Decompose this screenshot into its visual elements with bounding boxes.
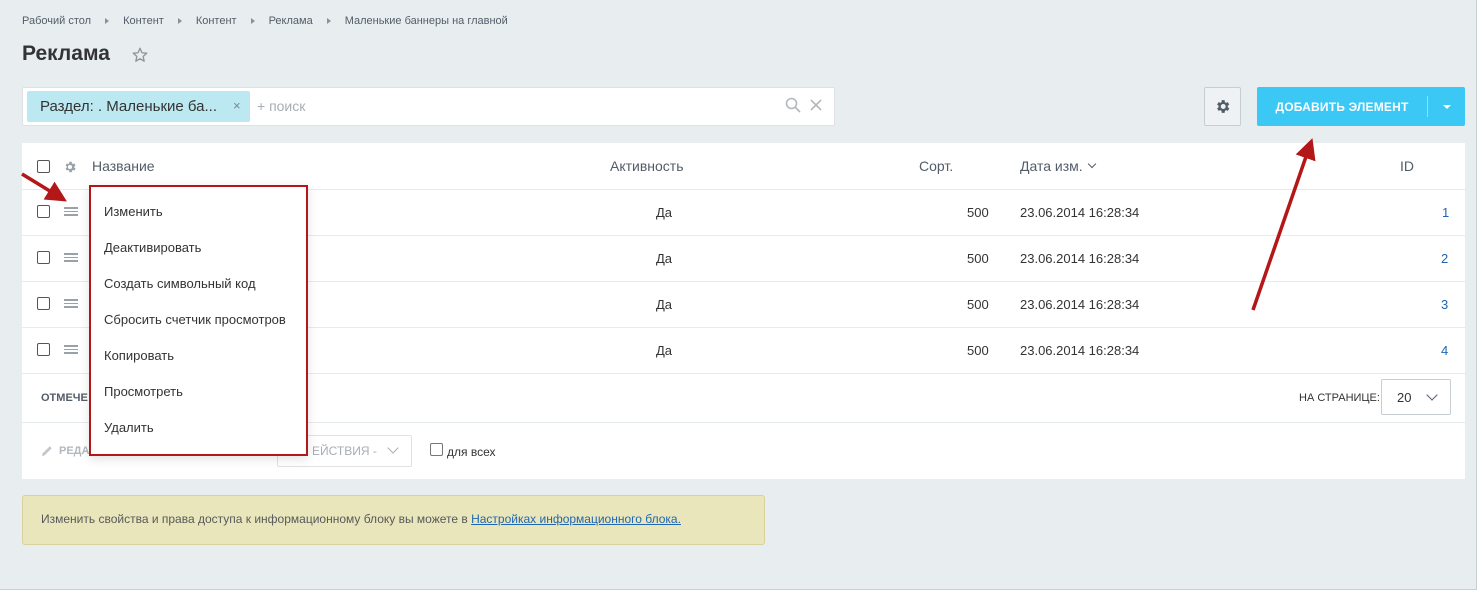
info-message: Изменить свойства и права доступа к инфо… xyxy=(41,512,472,526)
column-header-name[interactable]: Название xyxy=(92,158,155,174)
column-header-active[interactable]: Активность xyxy=(610,158,684,174)
select-all-checkbox[interactable] xyxy=(37,160,50,173)
menu-item-deactivate[interactable]: Деактивировать xyxy=(104,240,201,255)
search-icon[interactable] xyxy=(785,97,801,113)
breadcrumb-separator-icon xyxy=(177,18,182,24)
close-icon[interactable] xyxy=(809,98,823,112)
breadcrumb-item-content-2[interactable]: Контент xyxy=(196,15,237,27)
gear-icon[interactable] xyxy=(63,160,77,174)
breadcrumb-item-ads[interactable]: Реклама xyxy=(269,15,313,27)
menu-item-edit[interactable]: Изменить xyxy=(104,204,163,219)
breadcrumb-item-small-banners[interactable]: Маленькие баннеры на главной xyxy=(345,15,508,27)
actions-select-value: ЕЙСТВИЯ - xyxy=(312,444,377,458)
filter-tag-close-icon[interactable]: × xyxy=(233,97,241,115)
row-checkbox[interactable] xyxy=(37,251,50,264)
cell-id-link[interactable]: 4 xyxy=(1441,343,1448,358)
cell-sort: 500 xyxy=(967,297,989,312)
row-checkbox[interactable] xyxy=(37,343,50,356)
cell-id-link[interactable]: 1 xyxy=(1442,205,1449,220)
per-page-value: 20 xyxy=(1397,390,1412,405)
cell-active: Да xyxy=(656,205,673,220)
menu-item-reset-views[interactable]: Сбросить счетчик просмотров xyxy=(104,312,286,327)
row-menu-icon[interactable] xyxy=(64,207,78,216)
caret-down-icon xyxy=(1442,104,1451,109)
edit-action-button[interactable]: РЕДА xyxy=(59,445,89,457)
page-title: Реклама xyxy=(22,42,110,65)
row-checkbox[interactable] xyxy=(37,297,50,310)
cell-sort: 500 xyxy=(967,251,989,266)
cell-date: 23.06.2014 16:28:34 xyxy=(1020,343,1140,358)
breadcrumb-separator-icon xyxy=(326,18,331,24)
row-checkbox[interactable] xyxy=(37,205,50,218)
menu-item-create-code[interactable]: Создать символьный код xyxy=(104,276,256,291)
add-element-label: ДОБАВИТЬ ЭЛЕМЕНТ xyxy=(1275,99,1409,114)
per-page-label: НА СТРАНИЦЕ: xyxy=(1299,392,1380,404)
column-header-date[interactable]: Дата изм. xyxy=(1020,158,1083,174)
gear-icon xyxy=(1217,100,1230,113)
for-all-checkbox[interactable] xyxy=(430,443,443,456)
row-menu-icon[interactable] xyxy=(64,299,78,308)
cell-active: Да xyxy=(656,251,673,266)
selected-count-label: ОТМЕЧЕ xyxy=(41,392,88,404)
iblock-settings-link[interactable]: Настройках информационного блока. xyxy=(471,512,681,526)
per-page-select[interactable] xyxy=(1381,379,1451,415)
cell-date: 23.06.2014 16:28:34 xyxy=(1020,297,1140,312)
breadcrumb-item-content[interactable]: Контент xyxy=(123,15,164,27)
row-menu-icon[interactable] xyxy=(64,253,78,262)
add-element-button[interactable]: ДОБАВИТЬ ЭЛЕМЕНТ xyxy=(1257,87,1465,126)
menu-item-view[interactable]: Просмотреть xyxy=(104,384,183,399)
cell-active: Да xyxy=(656,297,673,312)
column-header-sort[interactable]: Сорт. xyxy=(919,158,953,174)
for-all-label: для всех xyxy=(447,445,496,459)
settings-button[interactable] xyxy=(1204,87,1241,126)
cell-date: 23.06.2014 16:28:34 xyxy=(1020,205,1140,220)
breadcrumb: Рабочий стол Контент Контент Реклама Мал… xyxy=(22,13,508,29)
column-header-id[interactable]: ID xyxy=(1400,158,1414,174)
row-menu-icon[interactable] xyxy=(64,345,78,354)
menu-item-copy[interactable]: Копировать xyxy=(104,348,174,363)
search-input[interactable]: + поиск xyxy=(257,98,305,114)
add-element-dropdown[interactable] xyxy=(1428,104,1465,109)
breadcrumb-separator-icon xyxy=(105,18,110,24)
cell-active: Да xyxy=(656,343,673,358)
filter-section-tag[interactable]: Раздел: . Маленькие ба... xyxy=(27,91,250,122)
info-text: Изменить свойства и права доступа к инфо… xyxy=(41,512,681,526)
cell-date: 23.06.2014 16:28:34 xyxy=(1020,251,1140,266)
cell-id-link[interactable]: 3 xyxy=(1441,297,1448,312)
breadcrumb-separator-icon xyxy=(250,18,255,24)
breadcrumb-item-desktop[interactable]: Рабочий стол xyxy=(22,15,91,27)
filter-tag-label: Раздел: . Маленькие ба... xyxy=(40,98,217,115)
cell-sort: 500 xyxy=(967,205,989,220)
star-icon[interactable] xyxy=(131,46,149,64)
pencil-icon xyxy=(42,446,52,456)
cell-sort: 500 xyxy=(967,343,989,358)
cell-id-link[interactable]: 2 xyxy=(1441,251,1448,266)
menu-item-delete[interactable]: Удалить xyxy=(104,420,154,435)
